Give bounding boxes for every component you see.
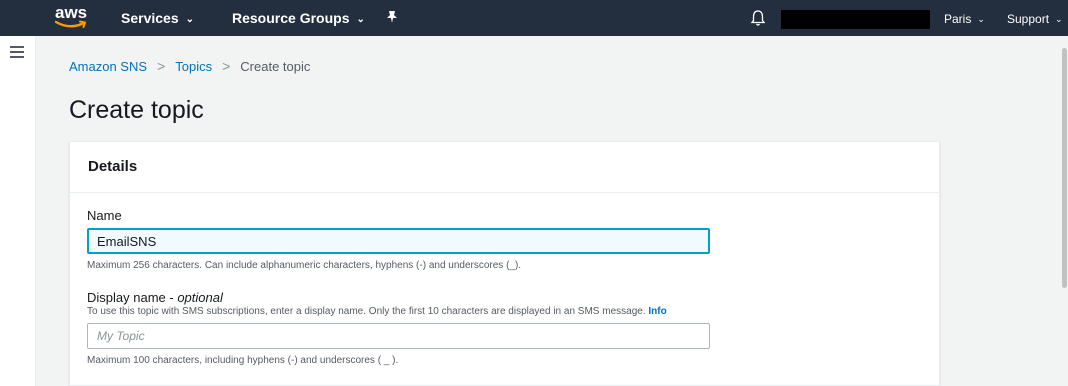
page-scrollbar[interactable] <box>1061 36 1068 386</box>
info-link[interactable]: Info <box>648 306 666 317</box>
scrollbar-thumb[interactable] <box>1062 48 1067 288</box>
services-label: Services <box>121 10 179 26</box>
breadcrumb-current: Create topic <box>240 59 311 74</box>
breadcrumb-amazon-sns[interactable]: Amazon SNS <box>69 59 147 74</box>
services-menu[interactable]: Services ⌄ <box>121 10 194 26</box>
optional-label: optional <box>177 290 223 305</box>
support-menu[interactable]: Support ⌄ <box>1007 12 1063 26</box>
name-input[interactable] <box>87 228 710 254</box>
bell-icon[interactable] <box>750 9 766 27</box>
hamburger-menu-icon[interactable] <box>10 46 24 58</box>
pin-icon[interactable] <box>386 10 398 24</box>
top-navigation-bar: aws Services ⌄ Resource Groups ⌄ Paris ⌄ Su… <box>0 0 1068 36</box>
aws-logo[interactable]: aws <box>55 3 89 33</box>
chevron-down-icon: ⌄ <box>1055 14 1063 24</box>
side-navigation-rail <box>0 36 36 386</box>
display-name-field-label: Display name - optional <box>87 290 223 305</box>
breadcrumb-separator-icon: > <box>157 58 166 74</box>
display-name-constraint: Maximum 100 characters, including hyphen… <box>87 355 399 366</box>
display-name-description-text: To use this topic with SMS subscriptions… <box>87 306 646 317</box>
account-menu[interactable] <box>781 10 930 29</box>
chevron-down-icon: ⌄ <box>185 14 194 25</box>
breadcrumb-topics[interactable]: Topics <box>175 59 212 74</box>
name-field-label: Name <box>87 208 122 223</box>
details-panel: Details Name Maximum 256 characters. Can… <box>69 141 940 386</box>
breadcrumb: Amazon SNS > Topics > Create topic <box>69 58 310 74</box>
breadcrumb-separator-icon: > <box>222 58 231 74</box>
display-name-label-text: Display name - <box>87 290 178 305</box>
region-label: Paris <box>944 12 972 26</box>
chevron-down-icon: ⌄ <box>977 14 985 24</box>
support-label: Support <box>1007 12 1050 26</box>
resource-groups-menu[interactable]: Resource Groups ⌄ <box>232 10 365 26</box>
resource-groups-label: Resource Groups <box>232 10 350 26</box>
name-field-description: Maximum 256 characters. Can include alph… <box>87 260 522 271</box>
aws-smile-icon <box>55 20 87 28</box>
page-title: Create topic <box>69 96 204 124</box>
display-name-field-description: To use this topic with SMS subscriptions… <box>87 306 667 317</box>
display-name-input[interactable] <box>87 323 710 349</box>
region-menu[interactable]: Paris ⌄ <box>944 12 985 26</box>
details-panel-header: Details <box>70 142 939 193</box>
details-title: Details <box>88 158 138 175</box>
chevron-down-icon: ⌄ <box>356 14 365 25</box>
